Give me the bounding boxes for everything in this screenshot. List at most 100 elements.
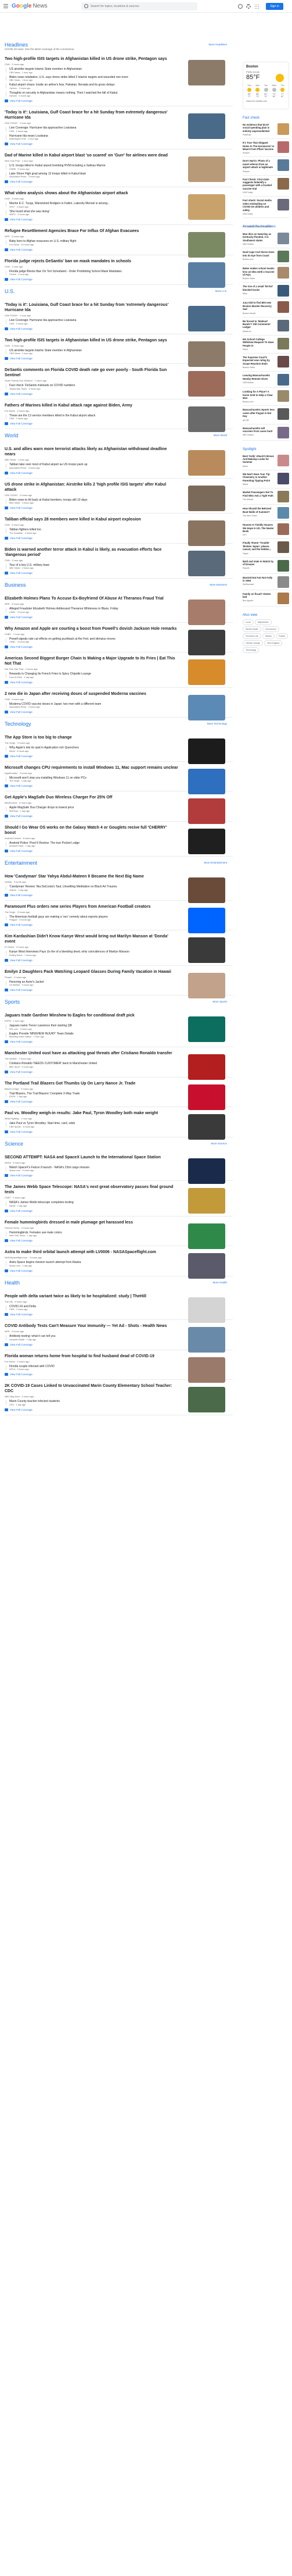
full-coverage-link[interactable]: View Full Coverage [5, 1408, 179, 1411]
rail-story[interactable]: Best 'Kelly' Attack'S Brows And Makeup L… [243, 452, 289, 470]
related-story[interactable]: Hurricane Ida nears Louisiana Washington … [5, 134, 179, 140]
rail-story-headline[interactable]: The rise of a small 'hit-list' blocked t… [243, 285, 275, 291]
topic-chip[interactable]: New England [264, 640, 283, 646]
rail-story-headline[interactable]: Be forced to 'Walmart Bands'? Old Commen… [243, 320, 275, 329]
rail-story-thumbnail[interactable] [277, 199, 289, 211]
rail-story-thumbnail[interactable] [277, 390, 289, 402]
story-headline[interactable]: How 'Candyman' Star Yahya Abdul-Mateen I… [5, 874, 179, 879]
full-coverage-link[interactable]: View Full Coverage [5, 1239, 179, 1242]
story-headline[interactable]: COVID Antibody Tests Can't Measure Your … [5, 1323, 179, 1329]
story-thumbnail[interactable] [188, 1327, 225, 1353]
related-story[interactable]: US airstrike targets Islamic State membe… [5, 67, 179, 74]
rail-story-headline[interactable]: Baker makes school masks less an Idea Un… [243, 267, 275, 276]
full-coverage-link[interactable]: View Full Coverage [5, 506, 179, 509]
topic-chip[interactable]: Coronavirus [262, 626, 279, 632]
related-story[interactable]: Hummingbirds: Females use male colors New… [5, 1231, 179, 1237]
hamburger-menu-icon[interactable] [3, 4, 8, 8]
full-coverage-link[interactable]: View Full Coverage [5, 1313, 179, 1316]
full-coverage-link[interactable]: View Full Coverage [5, 1040, 179, 1043]
story-thumbnail[interactable] [188, 450, 225, 476]
section-title[interactable]: Sports [5, 999, 233, 1005]
story-thumbnail[interactable] [188, 1158, 225, 1184]
full-coverage-link[interactable]: View Full Coverage [5, 218, 179, 221]
related-story[interactable]: Apple MagSafe Duo Charger drops to lowes… [5, 806, 179, 812]
section-title[interactable]: Health [5, 1280, 233, 1286]
story-thumbnail[interactable] [188, 1054, 225, 1080]
topic-chip[interactable]: Technology [243, 647, 259, 653]
rail-story-thumbnail[interactable] [277, 319, 289, 331]
story-thumbnail[interactable] [188, 768, 225, 794]
rail-story-thumbnail[interactable] [277, 251, 289, 263]
full-coverage-link[interactable]: View Full Coverage [5, 1130, 179, 1133]
story-thumbnail[interactable] [188, 694, 225, 720]
full-coverage-link[interactable]: View Full Coverage [5, 923, 179, 926]
section-title[interactable]: U.S. [5, 288, 233, 294]
full-coverage-link[interactable]: View Full Coverage [5, 754, 179, 758]
section-title[interactable]: Entertainment [5, 860, 233, 866]
rail-story-thumbnail[interactable] [277, 523, 289, 536]
rail-story-headline[interactable]: Don't Harris: Photo of a naval veteran f… [243, 159, 275, 169]
rail-section-title[interactable]: Spotlight [243, 448, 289, 451]
full-coverage-link[interactable]: View Full Coverage [5, 180, 179, 183]
related-story[interactable]: Microsoft won't stop you installing Wind… [5, 776, 179, 782]
full-coverage-link[interactable]: View Full Coverage [5, 814, 179, 818]
story-thumbnail[interactable] [188, 1297, 225, 1323]
rail-story-headline[interactable]: Houses In Timidly Houses We Hope in US, … [243, 523, 275, 533]
story-headline[interactable]: Jaguars trade Gardner Minshew to Eagles … [5, 1013, 179, 1018]
related-story[interactable]: Baby born to Afghan evacuees on U.S. mil… [5, 240, 179, 246]
full-coverage-link[interactable]: View Full Coverage [5, 1269, 179, 1272]
rail-story[interactable]: Jury told to find 800 new Boston Murder … [243, 299, 289, 317]
story-headline[interactable]: What video analysis shows about the Afgh… [5, 191, 179, 196]
full-coverage-link[interactable]: View Full Coverage [5, 471, 179, 474]
rail-story[interactable]: No evidence that $3.5T social spending p… [243, 121, 289, 140]
rail-story[interactable]: MA School College Withdraw Request To Ha… [243, 336, 289, 354]
story-thumbnail[interactable] [188, 877, 225, 903]
google-news-logo[interactable]: Google News [12, 3, 47, 9]
full-coverage-link[interactable]: View Full Coverage [5, 784, 179, 787]
story-thumbnail[interactable] [188, 972, 225, 998]
apps-grid-icon[interactable] [254, 4, 259, 9]
related-story[interactable]: Tour of a key U.S. military base ABC News… [5, 563, 179, 569]
story-headline[interactable]: Female hummingbirds dressed in male plum… [5, 1220, 179, 1225]
rail-story-thumbnail[interactable] [277, 426, 289, 438]
full-coverage-link[interactable]: View Full Coverage [5, 850, 179, 852]
story-thumbnail[interactable] [188, 371, 225, 397]
related-story[interactable]: Biden vows to hit back at Kabul bombers,… [5, 498, 179, 504]
topic-chip[interactable]: Politics [275, 633, 289, 639]
related-story[interactable]: Eagles Provide 'MINSHEW INJURY' Team Det… [5, 1032, 179, 1038]
story-thumbnail[interactable] [188, 629, 225, 655]
rail-story-headline[interactable]: MA School College Withdraw Request To Ha… [243, 338, 275, 347]
story-headline[interactable]: 'Today is it': Louisiana, Gulf Coast bra… [5, 110, 179, 120]
related-story[interactable]: Lake Shore High grad among 13 troops kil… [5, 172, 179, 178]
full-coverage-link[interactable]: View Full Coverage [5, 1100, 179, 1103]
rail-story-headline[interactable]: Family on fiscal? Gluten bed [243, 593, 275, 599]
story-thumbnail[interactable] [188, 1223, 225, 1249]
full-coverage-link[interactable]: View Full Coverage [5, 1343, 179, 1346]
full-coverage-link[interactable]: View Full Coverage [5, 1209, 179, 1212]
related-story[interactable]: Jake Paul vs Tyron Woodley: Start time, … [5, 1122, 179, 1128]
rail-story-thumbnail[interactable] [277, 232, 289, 244]
rail-story[interactable]: It's True That Shipped Notes In The Horn… [243, 139, 289, 158]
rail-section-title[interactable]: Fact check [243, 116, 289, 120]
related-story[interactable]: Alleged Fraudster Elizabeth Holmes Addre… [5, 607, 179, 613]
related-story[interactable]: Astra Space begins mission launch attemp… [5, 1261, 179, 1267]
rail-story[interactable]: The Supreme Court's Expected new ruling … [243, 354, 289, 372]
related-story[interactable]: Taliban take over most of Kabul airport … [5, 463, 179, 469]
story-headline[interactable]: Get Apple's MagSafe Duo Wireless Charger… [5, 795, 179, 800]
more-section-link[interactable]: More Science [211, 1142, 227, 1145]
section-title[interactable]: Science [5, 1141, 233, 1147]
topic-chip[interactable]: Local [243, 619, 254, 625]
story-headline[interactable]: The Portland Trail Blazers Got Thumbs Up… [5, 1081, 179, 1086]
rail-story-thumbnail[interactable] [277, 267, 289, 279]
rail-story[interactable]: Man dies on Saturday as Kentucky flooded… [243, 230, 289, 249]
story-headline[interactable]: Americas Second Biggest Burger Chain Is … [5, 656, 179, 666]
story-headline[interactable]: Emilyn 2 Daughters Pack Watching Leopard… [5, 969, 179, 975]
story-headline[interactable]: US drone strike in Afghanistan: Airstrik… [5, 482, 179, 493]
story-thumbnail[interactable] [188, 600, 225, 625]
more-section-link[interactable]: More World [214, 434, 227, 437]
story-thumbnail[interactable] [188, 907, 225, 933]
rail-story[interactable]: Family on fiscal? Gluten bed Bon Appetit [243, 590, 289, 606]
related-story[interactable]: Jaguars name Trevor Lawrence their start… [5, 1024, 179, 1030]
related-story[interactable]: US airstrike targets Islamic State membe… [5, 349, 179, 355]
story-headline[interactable]: Manchester United oust have as attacking… [5, 1051, 179, 1056]
